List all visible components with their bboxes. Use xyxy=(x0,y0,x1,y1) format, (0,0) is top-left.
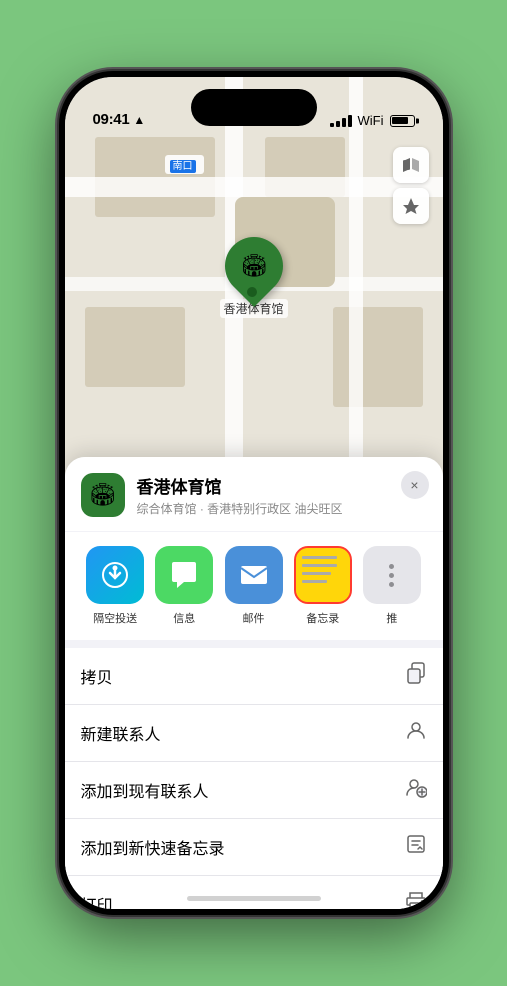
action-quick-note-label: 添加到新快速备忘录 xyxy=(81,835,225,859)
map-label: 南口 xyxy=(165,155,204,174)
venue-name: 香港体育馆 xyxy=(137,473,427,498)
bottom-sheet: 🏟 香港体育馆 综合体育馆 · 香港特别行政区 油尖旺区 × xyxy=(65,457,443,909)
share-app-mail[interactable]: 邮件 xyxy=(219,546,288,626)
new-contact-icon xyxy=(405,719,427,747)
action-add-existing[interactable]: 添加到现有联系人 xyxy=(65,762,443,819)
share-app-notes[interactable]: 备忘录 xyxy=(288,546,357,626)
mail-label: 邮件 xyxy=(243,610,265,626)
add-contact-icon xyxy=(405,776,427,804)
airdrop-icon xyxy=(86,546,144,604)
notes-label: 备忘录 xyxy=(306,610,339,626)
messages-icon xyxy=(155,546,213,604)
quick-note-icon xyxy=(405,833,427,861)
action-list: 拷贝 新建联系人 xyxy=(65,648,443,909)
messages-label: 信息 xyxy=(173,610,195,626)
map-controls xyxy=(393,147,429,228)
action-copy-label: 拷贝 xyxy=(81,664,113,688)
close-button[interactable]: × xyxy=(401,471,429,499)
action-print[interactable]: 打印 xyxy=(65,876,443,909)
airdrop-label: 隔空投送 xyxy=(93,610,137,626)
home-indicator xyxy=(187,896,321,901)
share-row: 隔空投送 信息 xyxy=(65,532,443,640)
venue-icon: 🏟 xyxy=(81,473,125,517)
action-new-contact-label: 新建联系人 xyxy=(81,721,161,745)
more-label: 推 xyxy=(386,610,397,626)
action-new-contact[interactable]: 新建联系人 xyxy=(65,705,443,762)
action-copy[interactable]: 拷贝 xyxy=(65,648,443,705)
location-button[interactable] xyxy=(393,188,429,224)
wifi-icon: WiFi xyxy=(358,113,384,128)
map-view-button[interactable] xyxy=(393,147,429,183)
share-app-airdrop[interactable]: 隔空投送 xyxy=(81,546,150,626)
battery-icon xyxy=(390,115,415,127)
share-app-messages[interactable]: 信息 xyxy=(150,546,219,626)
share-app-more[interactable]: 推 xyxy=(357,546,426,626)
mail-icon xyxy=(225,546,283,604)
action-print-label: 打印 xyxy=(81,892,113,909)
venue-header: 🏟 香港体育馆 综合体育馆 · 香港特别行政区 油尖旺区 × xyxy=(65,457,443,531)
action-add-quick-note[interactable]: 添加到新快速备忘录 xyxy=(65,819,443,876)
dynamic-island xyxy=(191,89,317,126)
signal-bars xyxy=(330,115,352,127)
phone-frame: 09:41 ▲ WiFi xyxy=(59,71,449,915)
notes-icon xyxy=(294,546,352,604)
copy-icon xyxy=(405,662,427,690)
status-icons: WiFi xyxy=(330,113,415,128)
phone-screen: 09:41 ▲ WiFi xyxy=(65,77,443,909)
status-time: 09:41 xyxy=(93,111,130,128)
venue-description: 综合体育馆 · 香港特别行政区 油尖旺区 xyxy=(137,500,427,517)
map-area[interactable]: 南口 xyxy=(65,77,443,497)
location-marker: 🏟 香港体育馆 xyxy=(219,237,287,318)
more-icon xyxy=(363,546,421,604)
action-add-existing-label: 添加到现有联系人 xyxy=(81,778,209,802)
location-icon: ▲ xyxy=(133,113,145,127)
print-icon xyxy=(405,890,427,909)
